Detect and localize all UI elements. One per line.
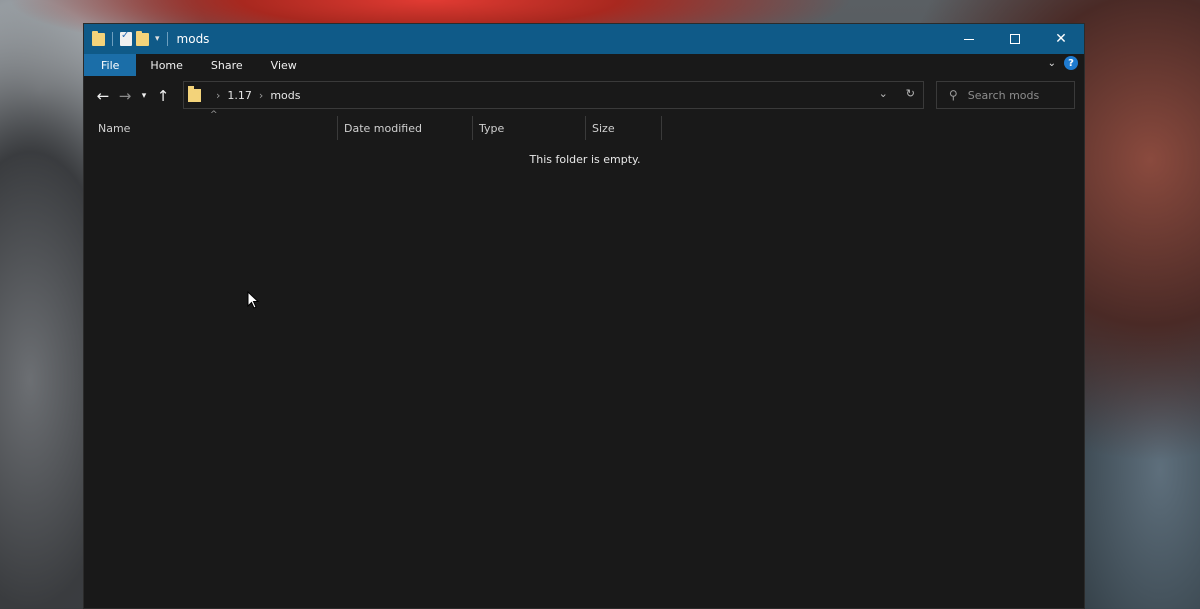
chevron-down-icon: ▾ [141,91,147,101]
file-explorer-window: ▾ mods ✕ File Home Share View ⌄ ? ← [83,23,1085,609]
ribbon-controls: ⌄ ? [1048,56,1078,70]
back-button[interactable]: ← [92,87,114,105]
arrow-left-icon: ← [96,87,110,105]
caption-buttons: ✕ [946,24,1084,54]
arrow-up-icon: ↑ [156,87,170,105]
minimize-icon [964,38,974,40]
tab-file[interactable]: File [84,54,137,76]
address-history-chevron-icon[interactable]: ⌄ [879,87,888,100]
maximize-icon [1010,34,1020,44]
breadcrumb-separator[interactable]: › [216,89,220,102]
toolbar-divider [112,32,113,46]
mouse-cursor-icon [247,291,259,309]
breadcrumb-item[interactable]: mods [270,89,300,102]
window-title: mods [176,32,210,46]
quick-access-toolbar: ▾ [84,30,171,46]
help-icon[interactable]: ? [1064,56,1078,70]
tab-view[interactable]: View [257,54,311,76]
close-icon: ✕ [1055,31,1067,47]
expand-ribbon-chevron-icon[interactable]: ⌄ [1048,58,1056,69]
breadcrumb-separator[interactable]: › [259,89,263,102]
column-header-name[interactable]: Name [92,116,338,140]
navigation-bar: ← → ▾ ↑ › 1.17 › mods ⌄ ↻ ⚲ [84,76,1084,116]
toolbar-divider [166,32,168,46]
refresh-icon[interactable]: ↻ [906,87,915,100]
address-bar[interactable]: › 1.17 › mods ⌄ ↻ [183,81,924,109]
column-headers: ^ Name Date modified Type Size [84,110,1084,140]
folder-icon [188,85,201,102]
column-header-size[interactable]: Size [586,116,662,140]
maximize-button[interactable] [992,24,1038,54]
search-icon: ⚲ [949,88,958,102]
column-header-type[interactable]: Type [473,116,586,140]
customize-toolbar-chevron-icon[interactable]: ▾ [155,34,160,44]
breadcrumb-item[interactable]: 1.17 [227,89,252,102]
search-input[interactable] [967,88,1068,102]
empty-folder-message: This folder is empty. [529,153,641,166]
column-header-date-modified[interactable]: Date modified [338,116,473,140]
up-button[interactable]: ↑ [152,87,174,105]
forward-button[interactable]: → [114,87,136,105]
recent-locations-button[interactable]: ▾ [136,91,152,101]
address-bar-controls: ⌄ ↻ [879,87,915,100]
title-bar[interactable]: ▾ mods ✕ [84,24,1084,54]
close-button[interactable]: ✕ [1038,24,1084,54]
folder-icon[interactable] [92,30,105,46]
minimize-button[interactable] [946,24,992,54]
search-box[interactable]: ⚲ [936,81,1075,109]
properties-icon[interactable] [120,30,132,46]
arrow-right-icon: → [118,87,132,105]
tab-share[interactable]: Share [197,54,257,76]
ribbon-tabs: File Home Share View ⌄ ? [84,54,1084,76]
tab-home[interactable]: Home [136,54,196,76]
new-folder-icon[interactable] [136,30,149,46]
